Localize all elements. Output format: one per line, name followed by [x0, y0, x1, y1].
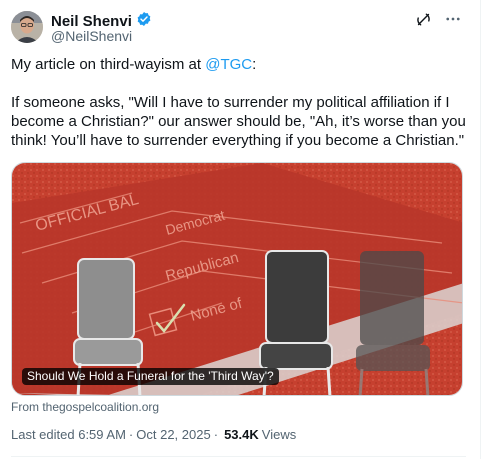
tweet-paragraph-1: My article on third-wayism at @TGC:: [11, 55, 466, 74]
tweet-top-actions: [414, 10, 462, 28]
tweet-paragraph-2: If someone asks, "Will I have to surrend…: [11, 94, 466, 149]
divider: [11, 456, 466, 457]
grok-icon[interactable]: [414, 10, 432, 28]
link-card[interactable]: OFFICIAL BAL Democrat Republican None of: [11, 162, 463, 396]
more-icon[interactable]: [444, 10, 462, 28]
card-source-link[interactable]: From thegospelcoalition.org: [11, 400, 159, 414]
views-count: 53.4K: [224, 427, 259, 442]
mention-link[interactable]: @TGC: [205, 56, 252, 73]
tweet-text-prefix: My article on third-wayism at: [11, 56, 206, 73]
tweet-meta: Last edited 6:59 AM · Oct 22, 2025 · 53.…: [11, 427, 296, 443]
verified-badge-icon: [136, 11, 152, 32]
tweet-date[interactable]: Oct 22, 2025: [136, 427, 210, 443]
meta-separator: ·: [213, 427, 219, 442]
tweet-article: Neil Shenvi @NeilShenvi My article on th…: [0, 0, 481, 459]
meta-separator: ·: [128, 427, 134, 442]
card-image: OFFICIAL BAL Democrat Republican None of: [12, 163, 462, 395]
avatar-image: [11, 11, 43, 43]
tweet-text-suffix: :: [252, 56, 257, 73]
last-edited-time[interactable]: Last edited 6:59 AM: [11, 427, 126, 443]
views-label: Views: [261, 427, 297, 442]
author-handle[interactable]: @NeilShenvi: [51, 28, 132, 44]
avatar[interactable]: [11, 11, 43, 43]
card-title-caption: Should We Hold a Funeral for the 'Third …: [22, 368, 279, 385]
tweet-text: My article on third-wayism at @TGC: If s…: [11, 55, 466, 169]
